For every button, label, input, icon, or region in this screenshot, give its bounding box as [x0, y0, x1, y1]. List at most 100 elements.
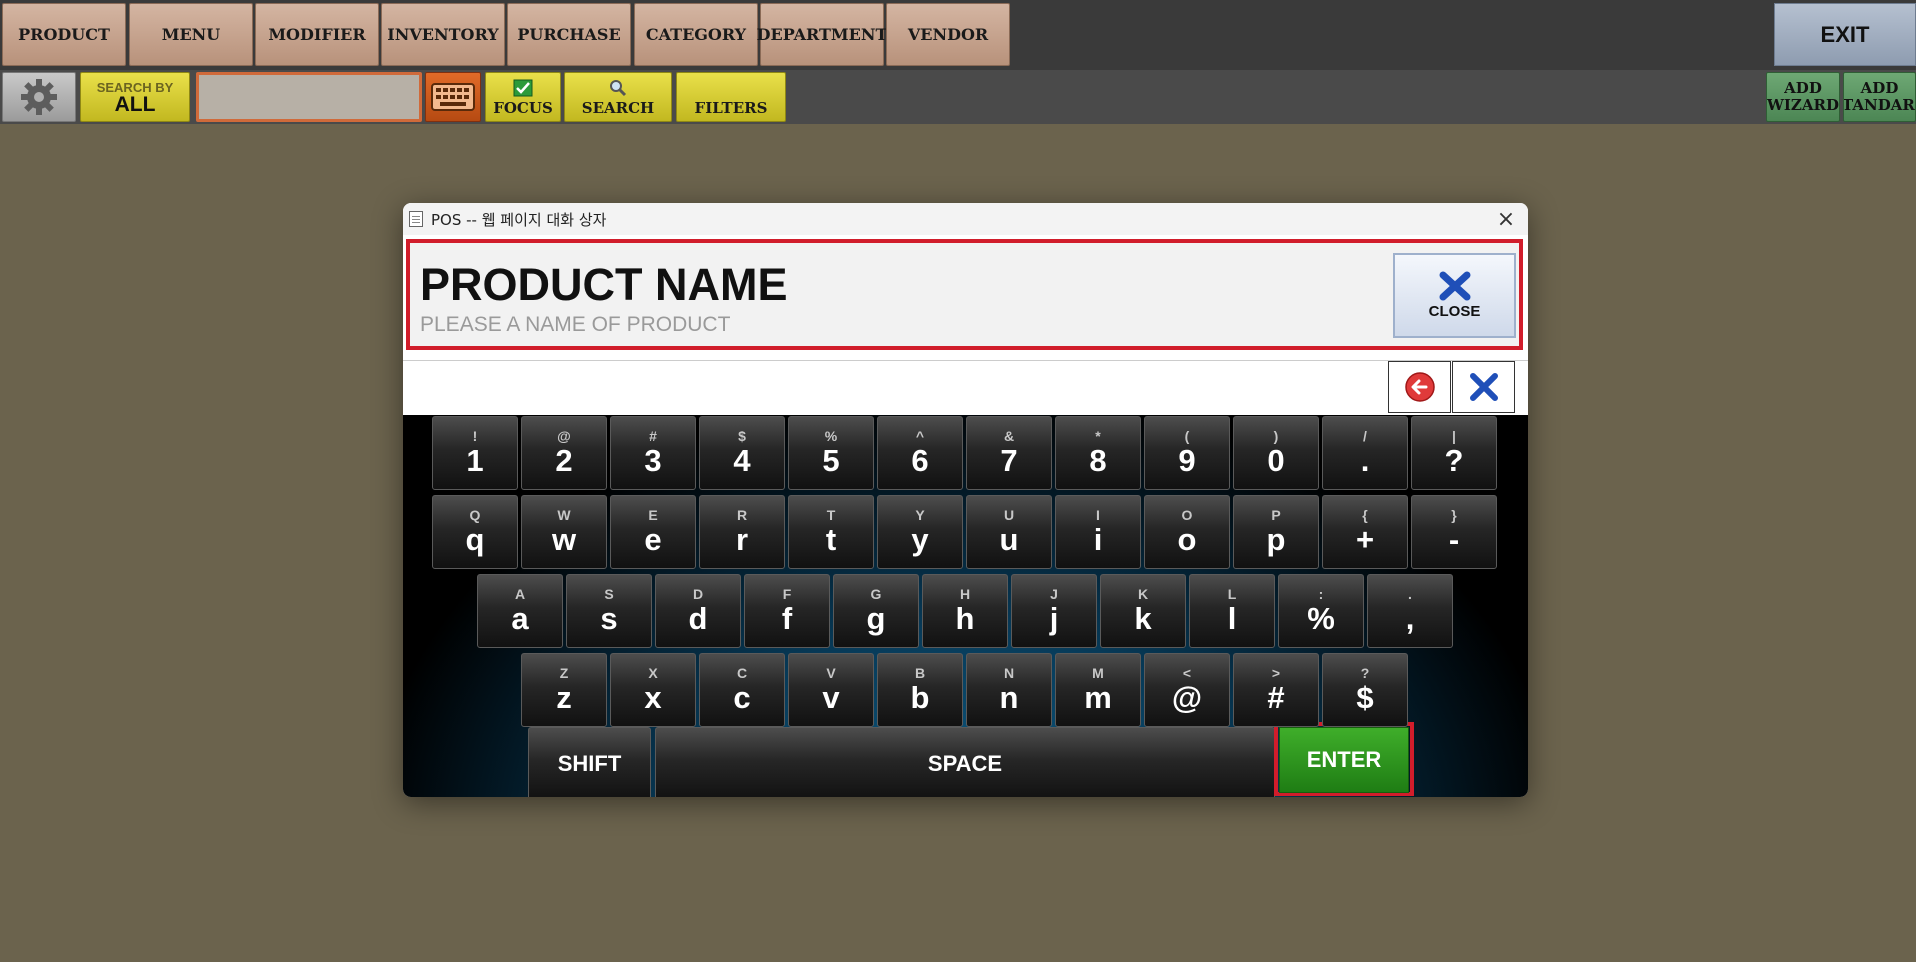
shift-key[interactable]: SHIFT	[528, 727, 651, 797]
key-0-7[interactable]: * 8	[1055, 416, 1141, 490]
key-primary-label: +	[1355, 522, 1375, 557]
key-3-8[interactable]: > #	[1233, 653, 1319, 727]
settings-button[interactable]	[2, 72, 76, 122]
key-0-9[interactable]: ) 0	[1233, 416, 1319, 490]
key-primary-label: p	[1266, 522, 1286, 557]
add-standard-button[interactable]: ADD STANDARD	[1843, 72, 1916, 122]
key-secondary-label: X	[648, 665, 658, 681]
key-secondary-label: &	[1003, 428, 1015, 444]
key-2-6[interactable]: Jj	[1011, 574, 1097, 648]
space-key[interactable]: SPACE	[655, 727, 1275, 797]
key-0-3[interactable]: $4	[699, 416, 785, 490]
key-secondary-label: Z	[559, 665, 569, 681]
key-0-8[interactable]: (9	[1144, 416, 1230, 490]
key-2-9[interactable]: :%	[1278, 574, 1364, 648]
key-0-6[interactable]: & 7	[966, 416, 1052, 490]
dialog-close-x-button[interactable]: ×	[1494, 207, 1518, 232]
key-2-5[interactable]: Hh	[922, 574, 1008, 648]
key-primary-label: 7	[1000, 443, 1018, 478]
key-1-10[interactable]: {+	[1322, 495, 1408, 569]
key-0-0[interactable]: ! 1	[432, 416, 518, 490]
clear-button[interactable]	[1452, 361, 1515, 413]
key-2-2[interactable]: Dd	[655, 574, 741, 648]
key-2-1[interactable]: Ss	[566, 574, 652, 648]
nav-menu-button[interactable]: MENU	[129, 3, 253, 66]
key-secondary-label: #	[649, 428, 657, 444]
key-2-4[interactable]: Gg	[833, 574, 919, 648]
key-3-1[interactable]: Xx	[610, 653, 696, 727]
search-input[interactable]	[196, 72, 422, 122]
key-1-5[interactable]: Yy	[877, 495, 963, 569]
key-primary-label: u	[999, 522, 1019, 557]
keyboard-button[interactable]	[425, 72, 481, 122]
key-1-11[interactable]: } -	[1411, 495, 1497, 569]
key-1-2[interactable]: Ee	[610, 495, 696, 569]
enter-key[interactable]: ENTER	[1279, 727, 1409, 793]
document-icon	[409, 211, 423, 227]
product-name-input[interactable]	[403, 361, 1388, 417]
key-secondary-label: |	[1452, 428, 1456, 444]
nav-department-button[interactable]: DEPARTMENT	[757, 3, 887, 66]
close-icon	[1439, 271, 1470, 301]
key-0-5[interactable]: ^ 6	[877, 416, 963, 490]
nav-inventory-button[interactable]: INVENTORY	[381, 3, 505, 66]
add-wizard-label-line1: ADD	[1784, 79, 1822, 97]
nav-purchase-button[interactable]: PURCHASE	[507, 3, 631, 66]
top-nav-bar: PRODUCT MENU MODIFIER INVENTORY PURCHASE…	[0, 0, 1916, 70]
key-2-8[interactable]: Ll	[1189, 574, 1275, 648]
nav-modifier-button[interactable]: MODIFIER	[255, 3, 379, 66]
key-1-6[interactable]: Uu	[966, 495, 1052, 569]
key-primary-label: e	[644, 522, 662, 557]
key-secondary-label: G	[870, 586, 882, 602]
key-1-3[interactable]: Rr	[699, 495, 785, 569]
key-3-9[interactable]: ? $	[1322, 653, 1408, 727]
key-secondary-label: F	[782, 586, 792, 602]
filters-button[interactable]: FILTERS	[676, 72, 786, 122]
key-1-0[interactable]: Qq	[432, 495, 518, 569]
key-2-7[interactable]: Kk	[1100, 574, 1186, 648]
add-wizard-button[interactable]: ADD WIZARD	[1766, 72, 1840, 122]
key-0-10[interactable]: /.	[1322, 416, 1408, 490]
key-0-1[interactable]: @2	[521, 416, 607, 490]
search-button[interactable]: SEARCH	[564, 72, 672, 122]
key-1-7[interactable]: Ii	[1055, 495, 1141, 569]
backspace-button[interactable]	[1388, 361, 1451, 413]
nav-product-button[interactable]: PRODUCT	[2, 3, 126, 66]
key-primary-label: v	[822, 680, 840, 715]
key-2-3[interactable]: Ff	[744, 574, 830, 648]
key-3-5[interactable]: Nn	[966, 653, 1052, 727]
key-2-10[interactable]: .,	[1367, 574, 1453, 648]
key-1-4[interactable]: Tt	[788, 495, 874, 569]
key-3-6[interactable]: Mm	[1055, 653, 1141, 727]
key-primary-label: n	[999, 680, 1019, 715]
nav-category-button[interactable]: CATEGORY	[634, 3, 758, 66]
key-secondary-label: B	[914, 665, 926, 681]
key-secondary-label: (	[1184, 428, 1190, 444]
key-0-4[interactable]: % 5	[788, 416, 874, 490]
key-secondary-label: P	[1271, 507, 1281, 523]
key-1-9[interactable]: Pp	[1233, 495, 1319, 569]
key-3-3[interactable]: Vv	[788, 653, 874, 727]
key-0-2[interactable]: #3	[610, 416, 696, 490]
key-primary-label: k	[1134, 601, 1152, 636]
key-primary-label: ?	[1444, 443, 1464, 478]
key-secondary-label: <	[1182, 665, 1192, 681]
key-primary-label: m	[1084, 680, 1112, 715]
key-secondary-label: C	[736, 665, 748, 681]
key-3-0[interactable]: Zz	[521, 653, 607, 727]
close-button[interactable]: CLOSE	[1393, 253, 1516, 338]
key-3-7[interactable]: < @	[1144, 653, 1230, 727]
key-1-8[interactable]: Oo	[1144, 495, 1230, 569]
key-3-4[interactable]: Bb	[877, 653, 963, 727]
key-3-2[interactable]: Cc	[699, 653, 785, 727]
focus-button[interactable]: FOCUS	[485, 72, 561, 122]
magnifier-icon	[610, 80, 627, 97]
key-0-11[interactable]: |?	[1411, 416, 1497, 490]
key-primary-label: 8	[1089, 443, 1107, 478]
key-2-0[interactable]: Aa	[477, 574, 563, 648]
key-1-1[interactable]: Ww	[521, 495, 607, 569]
exit-button[interactable]: EXIT	[1774, 3, 1916, 66]
search-by-button[interactable]: SEARCH BY ALL	[80, 72, 190, 122]
key-secondary-label: U	[1003, 507, 1015, 523]
nav-vendor-button[interactable]: VENDOR	[886, 3, 1010, 66]
